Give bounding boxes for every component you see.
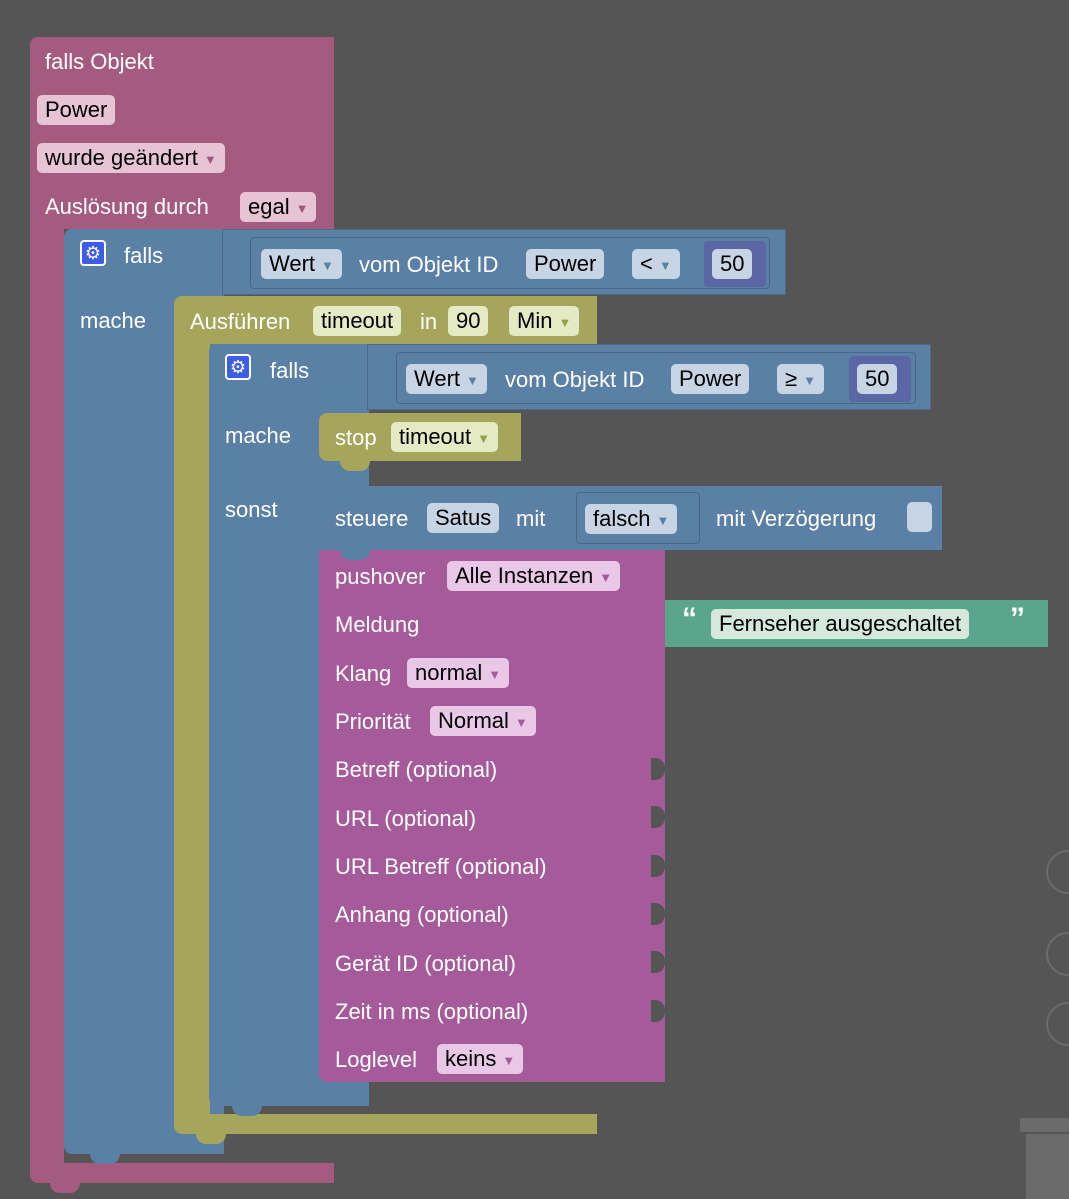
timeout-label: Ausführen xyxy=(190,309,291,334)
dropdown-arrow-icon: ▼ xyxy=(203,152,217,167)
dropdown-arrow-icon: ▼ xyxy=(558,315,572,330)
if-inner-operator-dropdown[interactable]: ≥ ▼ xyxy=(777,364,824,394)
stop-timeout-text: timeout xyxy=(399,424,472,449)
if-inner-of-object-label: vom Objekt ID xyxy=(505,367,645,392)
control-delay-checkbox[interactable] xyxy=(907,502,932,532)
dropdown-arrow-icon: ▼ xyxy=(599,570,613,585)
if-outer-object-field[interactable]: Power xyxy=(526,249,605,279)
trigger-mode-dropdown[interactable]: egal ▼ xyxy=(240,192,317,222)
timeout-in-label: in xyxy=(420,309,438,334)
control-label: steuere xyxy=(335,506,409,531)
pushover-attachment-label: Anhang (optional) xyxy=(335,902,509,927)
if-inner-mache-label: mache xyxy=(225,423,292,448)
timeout-unit-text: Min xyxy=(517,308,553,333)
pushover-url-label: URL (optional) xyxy=(335,806,477,831)
timeout-block-spine xyxy=(174,344,210,1114)
trigger-mode-value: egal xyxy=(248,194,290,219)
pushover-time-label: Zeit in ms (optional) xyxy=(335,999,529,1024)
trash-icon[interactable] xyxy=(1020,1118,1069,1132)
timeout-unit-dropdown[interactable]: Min ▼ xyxy=(509,306,580,336)
pushover-loglevel-label: Loglevel xyxy=(335,1047,417,1072)
gear-icon[interactable]: ⚙ xyxy=(225,354,251,380)
stop-label: stop xyxy=(335,425,377,450)
control-value-dropdown[interactable]: falsch ▼ xyxy=(585,504,678,534)
pushover-message-label: Meldung xyxy=(335,612,420,637)
trigger-event-value: wurde geändert xyxy=(45,145,198,170)
if-inner-object-field[interactable]: Power xyxy=(671,364,750,394)
if-inner-value-text: Wert xyxy=(414,366,461,391)
dropdown-arrow-icon: ▼ xyxy=(656,513,670,528)
pushover-instance-text: Alle Instanzen xyxy=(455,563,594,588)
if-outer-number-field[interactable]: 50 xyxy=(712,249,753,279)
dropdown-arrow-icon: ▼ xyxy=(477,431,491,446)
dropdown-arrow-icon: ▼ xyxy=(803,373,816,388)
trigger-bottom-tab xyxy=(50,1183,80,1193)
if-inner-number-field[interactable]: 50 xyxy=(857,364,898,394)
zoom-reset-icon[interactable] xyxy=(1046,850,1069,894)
if-outer-value-text: Wert xyxy=(269,251,316,276)
trigger-object-field[interactable]: Power xyxy=(37,95,116,125)
control-delay-label: mit Verzögerung xyxy=(716,506,877,531)
pushover-sound-dropdown[interactable]: normal ▼ xyxy=(407,658,510,688)
timeout-block-bottom xyxy=(174,1114,597,1134)
gear-icon[interactable]: ⚙ xyxy=(80,240,106,266)
timeout-name-field[interactable]: timeout xyxy=(313,306,402,336)
if-outer-operator-text: < xyxy=(640,251,653,276)
dropdown-arrow-icon: ▼ xyxy=(514,715,528,730)
pushover-loglevel-text: keins xyxy=(445,1046,497,1071)
control-value-text: falsch xyxy=(593,506,651,531)
pushover-label: pushover xyxy=(335,564,426,589)
stop-timeout-dropdown[interactable]: timeout ▼ xyxy=(391,422,499,452)
if-inner-sonst-label: sonst xyxy=(225,497,278,522)
if-outer-falls-label: falls xyxy=(124,243,164,268)
close-quote-icon: ” xyxy=(1010,602,1025,635)
timeout-value-field[interactable]: 90 xyxy=(448,306,489,336)
zoom-out-icon[interactable] xyxy=(1046,1002,1069,1046)
pushover-sound-text: normal xyxy=(415,660,483,685)
pushover-url-title-label: URL Betreff (optional) xyxy=(335,854,547,879)
trigger-block-spine xyxy=(30,229,64,1165)
if-outer-mache-label: mache xyxy=(80,308,147,333)
if-outer-operator-dropdown[interactable]: < ▼ xyxy=(632,249,680,279)
pushover-priority-text: Normal xyxy=(438,708,509,733)
control-object-field[interactable]: Satus xyxy=(427,503,500,533)
pushover-instance-dropdown[interactable]: Alle Instanzen ▼ xyxy=(447,561,621,591)
open-quote-icon: “ xyxy=(682,602,697,635)
dropdown-arrow-icon: ▼ xyxy=(321,258,334,273)
pushover-device-label: Gerät ID (optional) xyxy=(335,951,516,976)
trigger-mode-label: Auslösung durch xyxy=(45,194,209,219)
if-outer-value-dropdown[interactable]: Wert ▼ xyxy=(261,249,342,279)
pushover-subject-label: Betreff (optional) xyxy=(335,757,498,782)
if-inner-operator-text: ≥ xyxy=(785,366,798,391)
control-with-label: mit xyxy=(516,506,546,531)
dropdown-arrow-icon: ▼ xyxy=(295,201,309,216)
trigger-title: falls Objekt xyxy=(45,49,154,74)
trigger-block-bottom xyxy=(30,1163,334,1183)
dropdown-arrow-icon: ▼ xyxy=(658,258,672,273)
trigger-event-dropdown[interactable]: wurde geändert ▼ xyxy=(37,143,225,173)
dropdown-arrow-icon: ▼ xyxy=(466,373,479,388)
pushover-priority-dropdown[interactable]: Normal ▼ xyxy=(430,706,536,736)
message-text-field[interactable]: Fernseher ausgeschaltet xyxy=(711,609,970,639)
pushover-priority-label: Priorität xyxy=(335,709,411,734)
zoom-in-icon[interactable] xyxy=(1046,932,1069,976)
if-inner-value-dropdown[interactable]: Wert ▼ xyxy=(406,364,487,394)
dropdown-arrow-icon: ▼ xyxy=(488,667,502,682)
pushover-sound-label: Klang xyxy=(335,661,392,686)
trash-can-body xyxy=(1026,1134,1069,1199)
pushover-loglevel-dropdown[interactable]: keins ▼ xyxy=(437,1044,524,1074)
dropdown-arrow-icon: ▼ xyxy=(502,1053,516,1068)
if-inner-falls-label: falls xyxy=(270,358,310,383)
if-outer-of-object-label: vom Objekt ID xyxy=(359,252,499,277)
